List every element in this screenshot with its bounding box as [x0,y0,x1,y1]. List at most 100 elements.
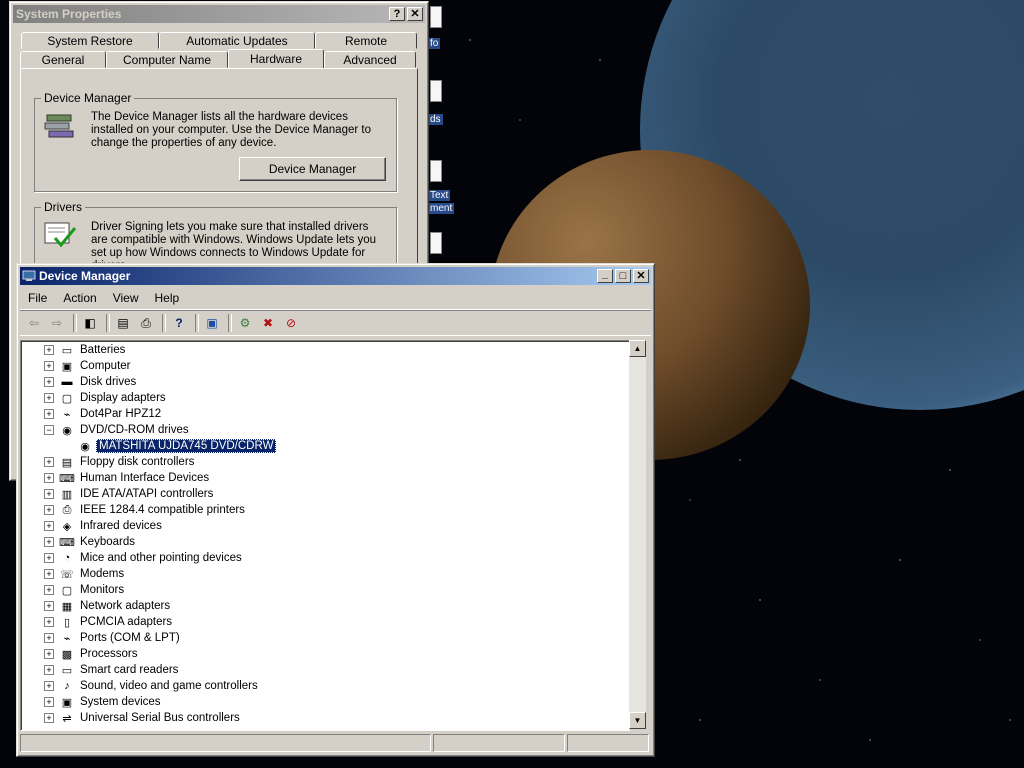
tree-category-item[interactable]: + ▭ Smart card readers [44,662,180,678]
expand-toggle[interactable]: + [44,537,54,547]
expand-toggle[interactable]: + [44,681,54,691]
expand-toggle[interactable]: + [44,617,54,627]
back-arrow-icon[interactable]: ⇦ [24,313,44,333]
device-tree[interactable]: + ▭ Batteries + ▣ Computer + ▬ Disk drives + ▢ Disp… [20,340,630,731]
tab-general[interactable]: General [20,51,106,68]
vertical-scrollbar[interactable]: ▲ ▼ [629,340,646,729]
update-driver-icon[interactable]: ⚙ [235,313,255,333]
menu-view[interactable]: View [105,291,147,305]
expand-toggle[interactable]: + [44,361,54,371]
tree-category-item[interactable]: + ⎙ IEEE 1284.4 compatible printers [44,502,247,518]
desktop-icon-label[interactable]: Text [428,190,451,201]
expand-toggle[interactable]: + [44,553,54,563]
help-icon[interactable]: ? [169,313,189,333]
desktop-icon-label[interactable]: fo [428,38,441,49]
tree-item-label: Mice and other pointing devices [80,552,242,564]
scroll-up-button[interactable]: ▲ [629,340,646,357]
tab-system-restore[interactable]: System Restore [21,32,159,49]
tree-category-item[interactable]: + ▢ Display adapters [44,390,168,406]
tree-category-item[interactable]: − ◉ DVD/CD-ROM drives [44,422,191,438]
tree-device-item[interactable]: ◉ MATSHITA UJDA745 DVD/CDRW [77,438,277,454]
scroll-down-button[interactable]: ▼ [629,712,646,729]
tree-item-label: IEEE 1284.4 compatible printers [80,504,245,516]
tree-category-item[interactable]: + ⇌ Universal Serial Bus controllers [44,710,242,726]
desktop-file-icon[interactable] [430,232,442,254]
expand-toggle[interactable]: + [44,633,54,643]
expand-toggle[interactable]: + [44,377,54,387]
tree-category-item[interactable]: + ⌁ Dot4Par HPZ12 [44,406,163,422]
device-manager-window: Device Manager _ □ ✕ File Action View He… [16,263,655,757]
desktop-file-icon[interactable] [430,6,442,28]
expand-toggle[interactable]: + [44,601,54,611]
tab-computer-name[interactable]: Computer Name [106,51,228,68]
expand-toggle[interactable]: + [44,345,54,355]
expand-toggle[interactable]: + [44,473,54,483]
tab-automatic-updates[interactable]: Automatic Updates [159,32,315,49]
tree-category-item[interactable]: + ⌨ Keyboards [44,534,137,550]
tree-category-item[interactable]: + ⌨ Human Interface Devices [44,470,211,486]
tree-category-item[interactable]: + ◈ Infrared devices [44,518,164,534]
tree-category-item[interactable]: + ▢ Monitors [44,582,126,598]
uninstall-icon[interactable]: ✖ [258,313,278,333]
expand-toggle[interactable]: + [44,409,54,419]
expand-toggle[interactable]: + [44,569,54,579]
expand-toggle[interactable]: + [44,713,54,723]
tab-remote[interactable]: Remote [315,32,417,49]
expand-toggle[interactable]: + [44,521,54,531]
menu-action[interactable]: Action [55,291,104,305]
window-title: Device Manager [39,269,131,283]
tree-category-item[interactable]: + ▬ Disk drives [44,374,138,390]
help-button[interactable]: ? [389,7,405,21]
tree-item-label: Disk drives [80,376,137,388]
scan-hardware-icon[interactable]: ▣ [202,313,222,333]
desktop-icon-label[interactable]: ment [428,203,455,214]
tree-category-item[interactable]: + ▥ IDE ATA/ATAPI controllers [44,486,215,502]
tree-category-item[interactable]: + ♪ Sound, video and game controllers [44,678,260,694]
minimize-button[interactable]: _ [597,269,613,283]
system-icon: ▣ [61,696,73,709]
tree-category-item[interactable]: + ▣ System devices [44,694,163,710]
expand-toggle[interactable]: + [44,457,54,467]
menu-help[interactable]: Help [147,291,188,305]
device-manager-titlebar[interactable]: Device Manager _ □ ✕ [20,267,651,285]
desktop-file-icon[interactable] [430,160,442,182]
device-manager-button[interactable]: Device Manager [239,157,386,181]
tree-category-item[interactable]: + ▤ Floppy disk controllers [44,454,196,470]
toolbar-separator [195,314,199,332]
show-hide-tree-icon[interactable]: ◧ [80,313,100,333]
system-properties-titlebar[interactable]: System Properties ? ✕ [13,5,425,23]
tree-category-item[interactable]: + ▦ Network adapters [44,598,172,614]
tab-hardware[interactable]: Hardware [228,49,324,69]
expand-toggle[interactable]: + [44,489,54,499]
forward-arrow-icon[interactable]: ⇨ [47,313,67,333]
disable-device-icon[interactable]: ⊘ [281,313,301,333]
tree-category-item[interactable]: + ▩ Processors [44,646,140,662]
modem-icon: ☏ [60,568,74,581]
collapse-toggle[interactable]: − [44,425,54,435]
tree-category-item[interactable]: + ◔ Mice and other pointing devices [44,550,244,566]
desktop-icon-label[interactable]: ds [428,114,443,125]
tab-advanced[interactable]: Advanced [324,51,416,68]
close-button[interactable]: ✕ [407,7,423,21]
close-button[interactable]: ✕ [633,269,649,283]
cdrom-icon: ◉ [80,440,90,453]
tree-category-item[interactable]: + ☏ Modems [44,566,126,582]
expand-toggle[interactable]: + [44,697,54,707]
maximize-button[interactable]: □ [615,269,631,283]
processor-icon: ▩ [61,648,73,661]
tree-category-item[interactable]: + ▯ PCMCIA adapters [44,614,174,630]
expand-toggle[interactable]: + [44,649,54,659]
expand-toggle[interactable]: + [44,393,54,403]
expand-toggle[interactable]: + [44,505,54,515]
status-pane [433,734,566,752]
expand-toggle[interactable]: + [44,585,54,595]
menu-file[interactable]: File [20,291,55,305]
expand-toggle[interactable]: + [44,665,54,675]
tree-category-item[interactable]: + ▭ Batteries [44,342,127,358]
tree-item-label: Dot4Par HPZ12 [80,408,162,420]
properties-icon[interactable]: ▤ [113,313,133,333]
desktop-file-icon[interactable] [430,80,442,102]
tree-category-item[interactable]: + ⌁ Ports (COM & LPT) [44,630,182,646]
tree-category-item[interactable]: + ▣ Computer [44,358,133,374]
print-icon[interactable]: ⎙ [136,313,156,333]
